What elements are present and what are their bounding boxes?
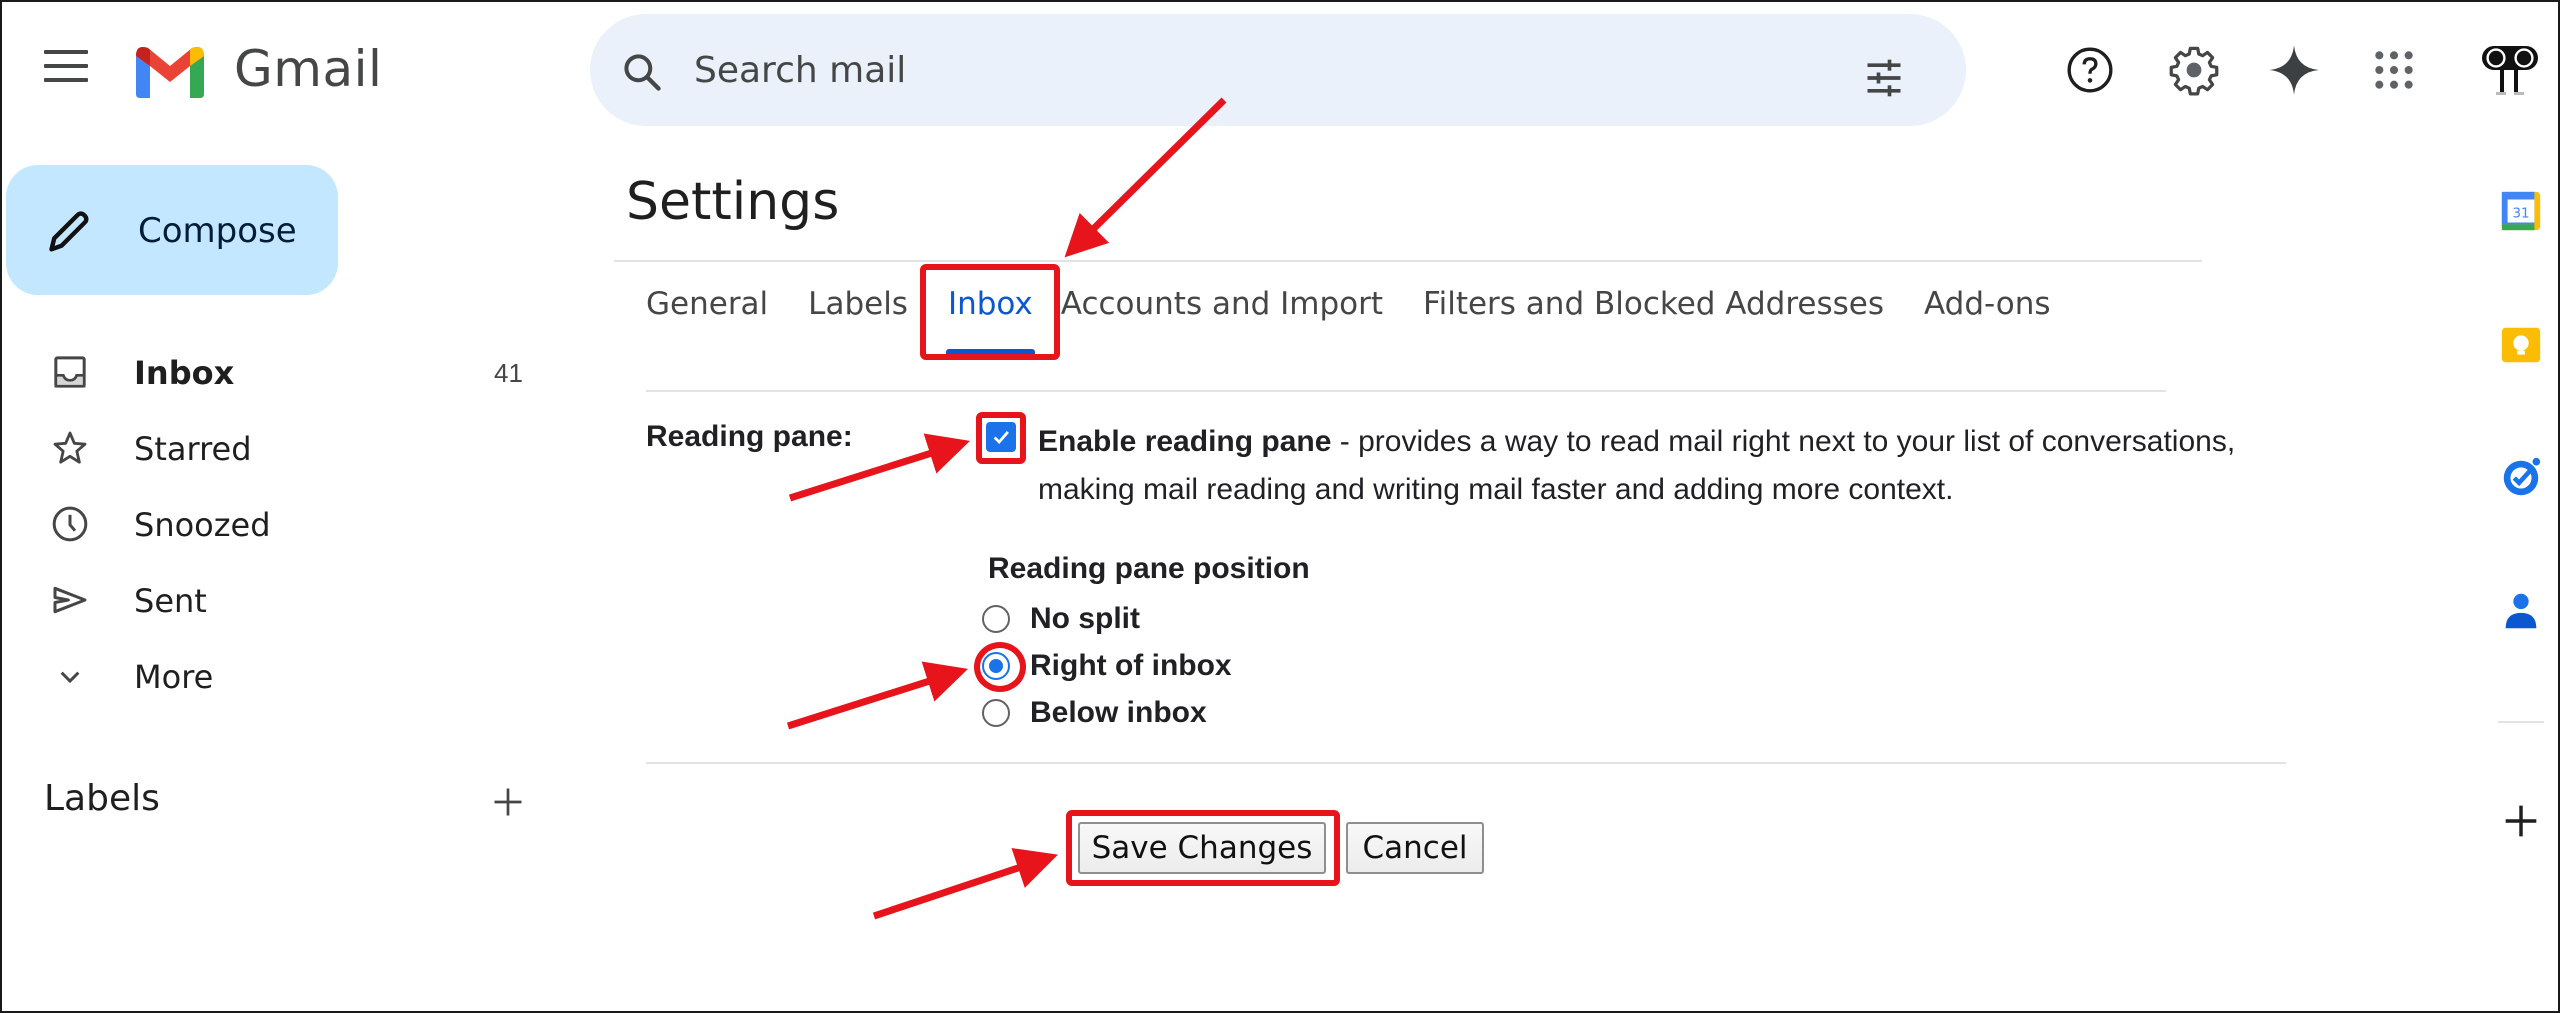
save-changes-button[interactable]: Save Changes [1078, 822, 1326, 874]
sidebar-item-more[interactable]: More [2, 640, 562, 712]
tabs-bottom-divider [646, 390, 2166, 392]
actions-divider [646, 762, 2286, 764]
pencil-icon [49, 211, 89, 252]
tasks-app-button[interactable] [2498, 454, 2544, 500]
star-icon [53, 431, 87, 464]
reading-pane-description: Enable reading pane - provides a way to … [1038, 418, 2338, 514]
clock-icon [52, 506, 88, 542]
contacts-app-button[interactable] [2498, 588, 2544, 634]
menu-line [44, 78, 88, 82]
cancel-button[interactable]: Cancel [1346, 822, 1484, 874]
page-title: Settings [626, 172, 840, 232]
account-avatar[interactable] [2478, 38, 2542, 102]
google-apps-button[interactable] [2366, 42, 2422, 98]
menu-line [44, 50, 88, 54]
keep-icon [2501, 327, 2541, 363]
avatar-image [2482, 46, 2538, 95]
sidebar-item-snoozed[interactable]: Snoozed [2, 488, 562, 560]
tab-accounts-and-import[interactable]: Accounts and Import [1053, 272, 1403, 354]
tab-inbox[interactable]: Inbox [928, 272, 1053, 354]
sidebar-item-label: Sent [134, 582, 207, 620]
gemini-sparkle-icon [2269, 45, 2319, 95]
send-icon [53, 586, 87, 614]
gemini-button[interactable] [2266, 42, 2322, 98]
apps-grid-icon [2375, 51, 2413, 89]
unread-count: 41 [494, 358, 523, 388]
calendar-app-button[interactable]: 31 [2498, 188, 2544, 234]
keep-app-button[interactable] [2498, 322, 2544, 368]
sidebar-item-label: Starred [134, 430, 252, 468]
labels-heading: Labels [44, 778, 160, 819]
radio-no-split[interactable]: No split [982, 596, 1140, 642]
calendar-day: 31 [2512, 207, 2529, 222]
radio-below-inbox[interactable]: Below inbox [982, 690, 1207, 736]
radio-button[interactable] [982, 605, 1010, 633]
tasks-icon [2503, 457, 2541, 496]
reading-pane-position-heading: Reading pane position [988, 552, 1310, 585]
compose-button[interactable]: Compose [6, 165, 338, 295]
side-panel-divider [2498, 721, 2544, 723]
reading-pane-label: Reading pane: [646, 420, 853, 453]
compose-label: Compose [138, 211, 297, 251]
sidebar-item-inbox[interactable]: Inbox 41 [2, 336, 562, 408]
tab-add-ons[interactable]: Add-ons [1904, 272, 2071, 354]
settings-gear-icon [2169, 46, 2219, 96]
calendar-icon: 31 [2501, 191, 2541, 231]
get-addons-button[interactable] [2498, 798, 2544, 844]
sidebar-item-sent[interactable]: Sent [2, 564, 562, 636]
main-menu-button[interactable] [44, 50, 88, 86]
radio-label: Right of inbox [1030, 649, 1232, 682]
enable-reading-pane-title: Enable reading pane [1038, 425, 1332, 458]
settings-tabs: General Labels Inbox Accounts and Import… [626, 272, 2071, 354]
sidebar-item-label: Snoozed [134, 506, 271, 544]
inbox-icon [54, 356, 86, 388]
enable-reading-pane-checkbox[interactable] [986, 422, 1016, 452]
search-bar[interactable] [590, 14, 1966, 126]
gmail-logo-icon[interactable] [132, 42, 208, 98]
search-icon[interactable] [620, 50, 664, 94]
tab-labels[interactable]: Labels [788, 272, 928, 354]
create-label-plus-icon[interactable] [490, 784, 526, 820]
search-input[interactable] [694, 44, 1794, 96]
radio-button[interactable] [982, 699, 1010, 727]
help-icon [2067, 47, 2113, 93]
arrow-to-radio [786, 661, 969, 730]
tab-filters-and-blocked-addresses[interactable]: Filters and Blocked Addresses [1403, 272, 1904, 354]
radio-label: Below inbox [1030, 696, 1207, 729]
contacts-icon [2505, 593, 2537, 629]
menu-line [44, 64, 88, 68]
radio-label: No split [1030, 602, 1140, 635]
sidebar-item-label: More [134, 658, 214, 696]
chevron-down-icon [60, 671, 80, 684]
checkmark-icon [993, 431, 1009, 445]
radio-button[interactable] [982, 652, 1010, 680]
gmail-brand-text: Gmail [234, 40, 383, 98]
filter-sliders-icon[interactable] [1862, 56, 1906, 100]
help-button[interactable] [2062, 42, 2118, 98]
tabs-top-divider [614, 260, 2202, 262]
tab-general[interactable]: General [626, 272, 788, 354]
radio-right-of-inbox[interactable]: Right of inbox [982, 643, 1232, 689]
settings-button[interactable] [2166, 42, 2222, 98]
sidebar-item-label: Inbox [134, 354, 235, 392]
arrow-to-save-button [872, 848, 1058, 920]
plus-icon [2505, 805, 2537, 837]
sidebar-item-starred[interactable]: Starred [2, 412, 562, 484]
